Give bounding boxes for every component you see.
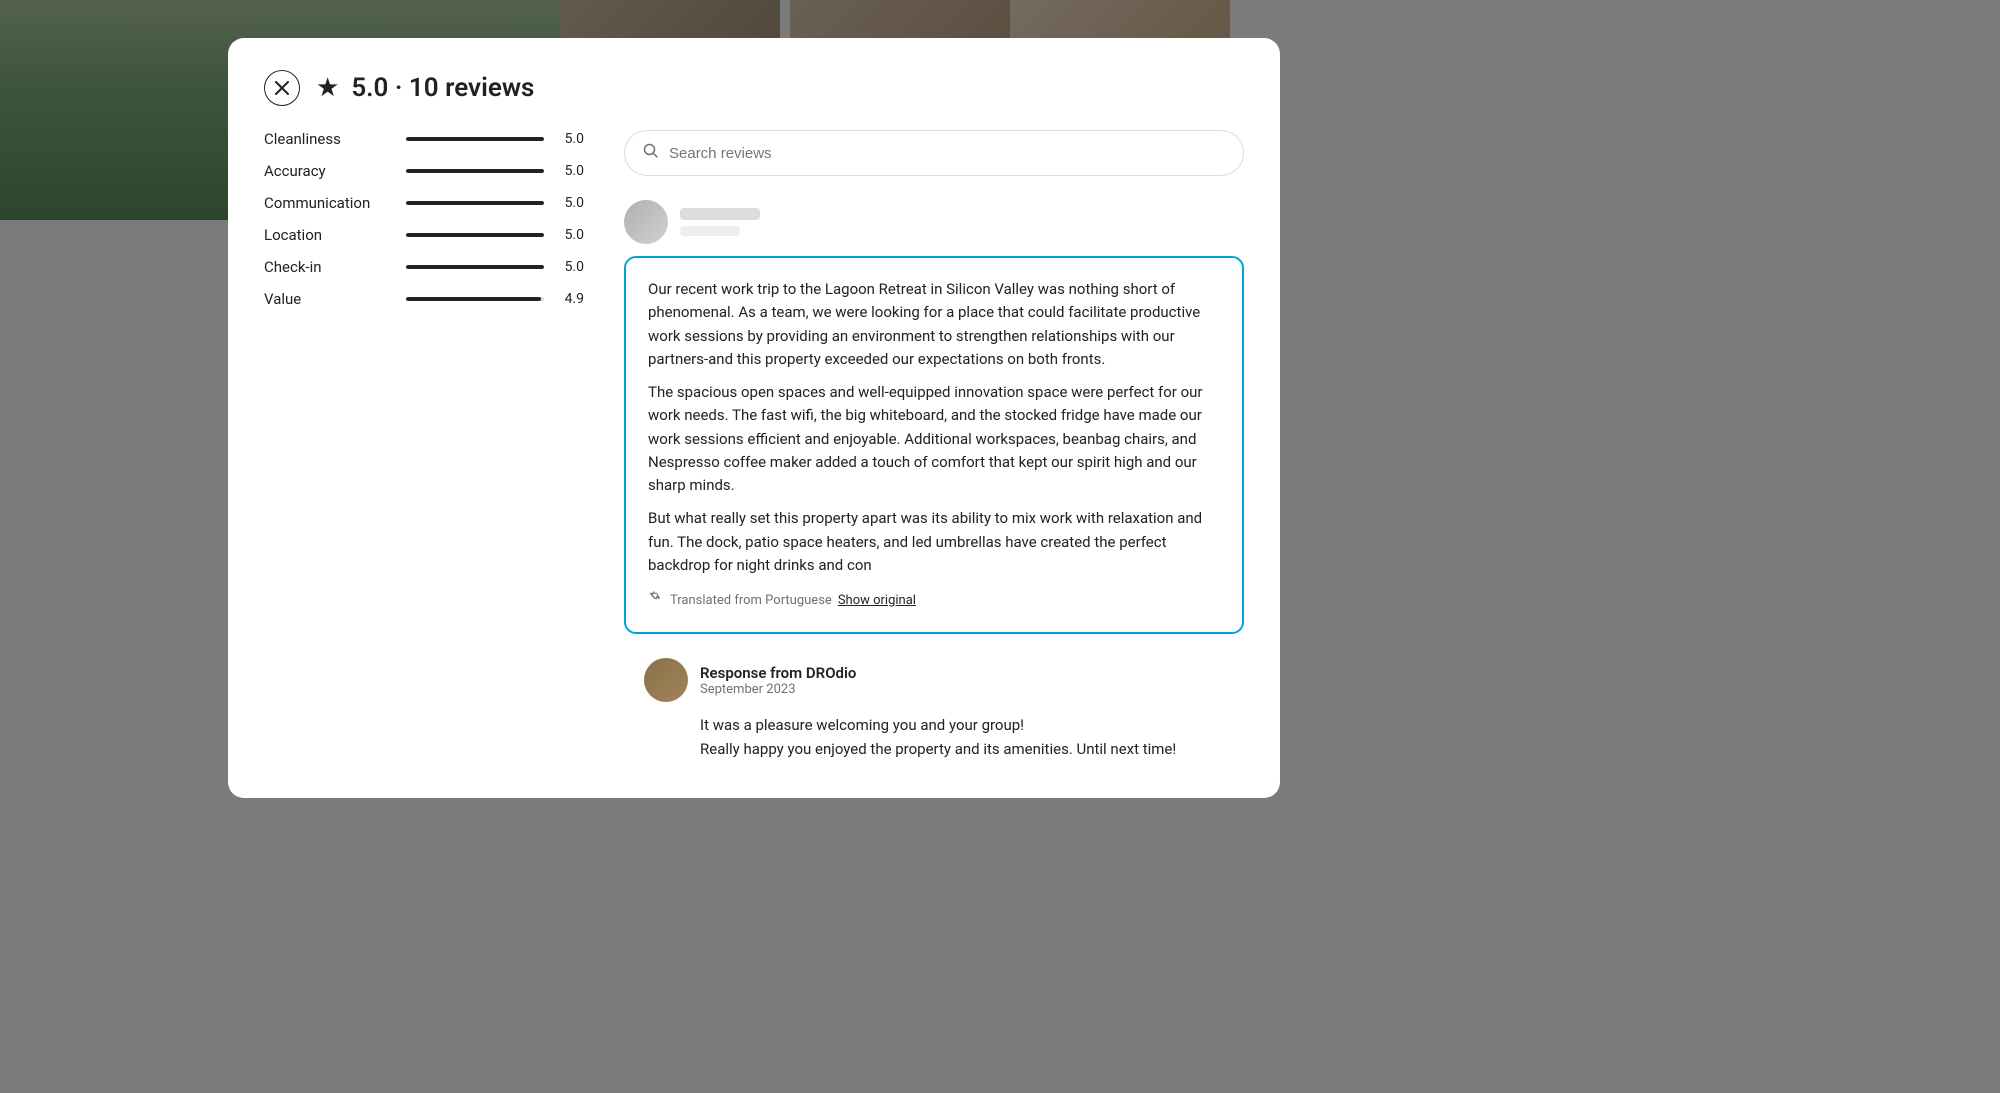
rating-bar-location	[406, 233, 544, 237]
reviewer-avatar-image	[624, 200, 668, 244]
host-date: September 2023	[700, 682, 856, 697]
rating-value-value: 4.9	[556, 291, 584, 307]
modal-title-area: ★ 5.0 · 10 reviews	[316, 73, 534, 103]
reviewer-header	[624, 200, 1244, 244]
rating-row-value: Value 4.9	[264, 290, 584, 308]
rating-label-accuracy: Accuracy	[264, 162, 394, 180]
reviews-modal: ★ 5.0 · 10 reviews Cleanliness 5.0 Accur…	[228, 38, 1280, 798]
host-response-header: Response from DROdio September 2023	[644, 658, 1244, 702]
rating-bar-fill-value	[406, 297, 541, 301]
rating-label-location: Location	[264, 226, 394, 244]
rating-label-communication: Communication	[264, 194, 394, 212]
host-response: Response from DROdio September 2023 It w…	[624, 658, 1244, 766]
translate-icon	[648, 589, 664, 612]
translation-note: Translated from Portuguese Show original	[648, 589, 1220, 612]
rating-bar-checkin	[406, 265, 544, 269]
close-button[interactable]	[264, 70, 300, 106]
host-response-text: It was a pleasure welcoming you and your…	[644, 714, 1244, 761]
host-info: Response from DROdio September 2023	[700, 664, 856, 697]
rating-label-cleanliness: Cleanliness	[264, 130, 394, 148]
modal-body: Cleanliness 5.0 Accuracy 5.0 Communicati…	[264, 130, 1244, 766]
show-original-link[interactable]: Show original	[838, 591, 916, 611]
rating-bar-accuracy	[406, 169, 544, 173]
rating-bar-value	[406, 297, 544, 301]
reviewer-name	[680, 208, 760, 220]
rating-row-location: Location 5.0	[264, 226, 584, 244]
rating-bar-fill-communication	[406, 201, 544, 205]
search-icon	[643, 143, 659, 163]
ratings-panel: Cleanliness 5.0 Accuracy 5.0 Communicati…	[264, 130, 584, 766]
rating-row-communication: Communication 5.0	[264, 194, 584, 212]
rating-value-cleanliness: 5.0	[556, 131, 584, 147]
host-response-paragraph-2: Really happy you enjoyed the property an…	[700, 738, 1244, 761]
modal-title: 5.0 · 10 reviews	[351, 73, 534, 103]
reviewer-avatar	[624, 200, 668, 244]
rating-value-accuracy: 5.0	[556, 163, 584, 179]
search-input[interactable]	[669, 145, 1225, 162]
host-avatar	[644, 658, 688, 702]
rating-bar-fill-cleanliness	[406, 137, 544, 141]
modal-header: ★ 5.0 · 10 reviews	[264, 70, 1244, 106]
translation-text: Translated from Portuguese	[670, 591, 832, 611]
review-paragraph-1: Our recent work trip to the Lagoon Retre…	[648, 278, 1220, 371]
rating-label-checkin: Check-in	[264, 258, 394, 276]
star-icon: ★	[316, 73, 339, 103]
host-response-paragraph-1: It was a pleasure welcoming you and your…	[700, 714, 1244, 737]
reviewer-date	[680, 226, 740, 236]
review-text-highlighted: Our recent work trip to the Lagoon Retre…	[624, 256, 1244, 634]
rating-row-cleanliness: Cleanliness 5.0	[264, 130, 584, 148]
rating-bar-fill-accuracy	[406, 169, 544, 173]
rating-value-communication: 5.0	[556, 195, 584, 211]
rating-bar-fill-checkin	[406, 265, 544, 269]
rating-value-checkin: 5.0	[556, 259, 584, 275]
rating-bar-cleanliness	[406, 137, 544, 141]
rating-bar-communication	[406, 201, 544, 205]
review-paragraph-3: But what really set this property apart …	[648, 507, 1220, 577]
host-name: Response from DROdio	[700, 664, 856, 682]
rating-row-checkin: Check-in 5.0	[264, 258, 584, 276]
rating-label-value: Value	[264, 290, 394, 308]
reviews-list: Our recent work trip to the Lagoon Retre…	[624, 200, 1244, 766]
reviewer-info	[680, 208, 760, 236]
reviews-panel: Our recent work trip to the Lagoon Retre…	[624, 130, 1244, 766]
rating-row-accuracy: Accuracy 5.0	[264, 162, 584, 180]
rating-value-location: 5.0	[556, 227, 584, 243]
review-paragraph-2: The spacious open spaces and well-equipp…	[648, 381, 1220, 497]
rating-bar-fill-location	[406, 233, 544, 237]
review-item: Our recent work trip to the Lagoon Retre…	[624, 200, 1244, 634]
search-bar[interactable]	[624, 130, 1244, 176]
